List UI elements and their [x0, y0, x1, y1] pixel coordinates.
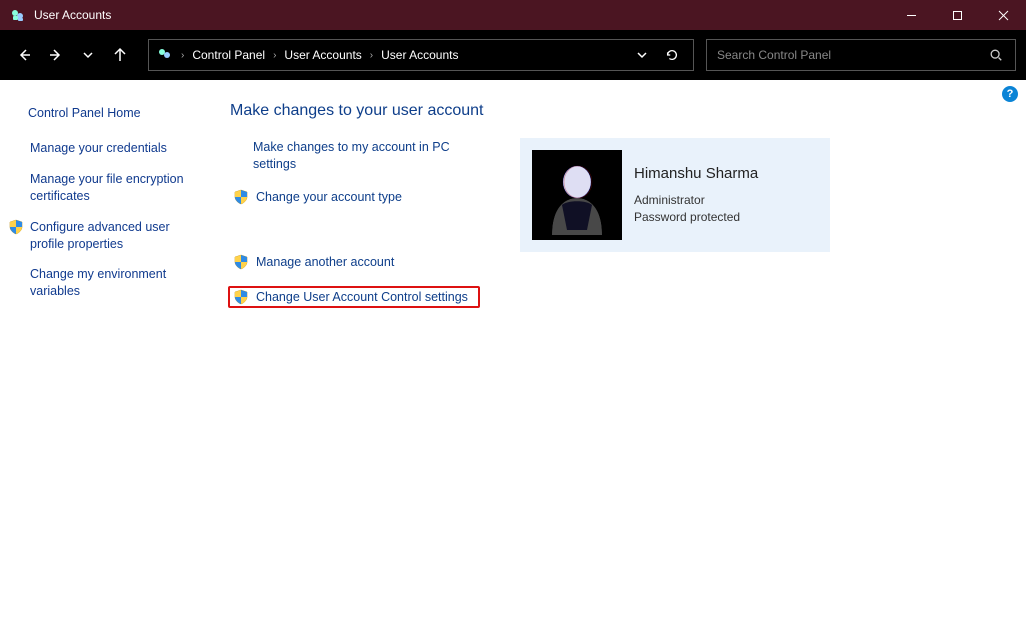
chevron-right-icon[interactable]: ›	[366, 50, 377, 61]
minimize-button[interactable]	[888, 0, 934, 30]
user-info: Himanshu Sharma Administrator Password p…	[634, 165, 758, 226]
chevron-right-icon[interactable]: ›	[269, 50, 280, 61]
up-button[interactable]	[106, 39, 134, 71]
sidebar-item-profile-properties[interactable]: Configure advanced user profile properti…	[28, 219, 196, 253]
task-label: Manage another account	[256, 254, 394, 271]
address-dropdown[interactable]	[629, 42, 655, 68]
app-icon	[10, 7, 26, 23]
page-heading: Make changes to your user account	[230, 102, 1006, 120]
sidebar-item-label: Manage your credentials	[30, 140, 196, 157]
sidebar-item-credentials[interactable]: Manage your credentials	[28, 140, 196, 157]
sidebar: Control Panel Home Manage your credentia…	[0, 80, 210, 626]
recent-dropdown[interactable]	[74, 39, 102, 71]
content-area: ? Control Panel Home Manage your credent…	[0, 80, 1026, 626]
user-status: Password protected	[634, 209, 758, 226]
chevron-right-icon[interactable]: ›	[177, 50, 188, 61]
navbar: › Control Panel › User Accounts › User A…	[0, 30, 1026, 80]
task-list: Make changes to my account in PC setting…	[230, 138, 480, 322]
control-panel-home-link[interactable]: Control Panel Home	[28, 106, 196, 120]
shield-icon	[233, 254, 249, 270]
breadcrumb-item[interactable]: User Accounts	[284, 48, 361, 62]
window-title: User Accounts	[34, 8, 111, 22]
sidebar-item-environment-vars[interactable]: Change my environment variables	[28, 266, 196, 300]
shield-icon	[8, 219, 24, 253]
user-role: Administrator	[634, 192, 758, 209]
task-change-account-type[interactable]: Change your account type	[230, 188, 480, 207]
breadcrumb-item[interactable]: Control Panel	[192, 48, 265, 62]
search-box[interactable]	[706, 39, 1016, 71]
refresh-button[interactable]	[659, 42, 685, 68]
task-pc-settings[interactable]: Make changes to my account in PC setting…	[230, 138, 480, 174]
task-change-uac-settings[interactable]: Change User Account Control settings	[228, 286, 480, 309]
address-icon	[157, 46, 173, 65]
task-label: Change User Account Control settings	[256, 289, 468, 306]
back-button[interactable]	[10, 39, 38, 71]
address-bar[interactable]: › Control Panel › User Accounts › User A…	[148, 39, 694, 71]
user-card: Himanshu Sharma Administrator Password p…	[520, 138, 830, 252]
shield-icon	[233, 289, 249, 305]
search-input[interactable]	[717, 48, 987, 62]
shield-icon	[233, 189, 249, 205]
task-label: Change your account type	[256, 189, 402, 206]
sidebar-item-label: Configure advanced user profile properti…	[30, 219, 196, 253]
avatar	[532, 150, 622, 240]
task-manage-another-account[interactable]: Manage another account	[230, 253, 480, 272]
user-name: Himanshu Sharma	[634, 165, 758, 182]
breadcrumb-item[interactable]: User Accounts	[381, 48, 458, 62]
sidebar-item-label: Manage your file encryption certificates	[30, 171, 196, 205]
close-button[interactable]	[980, 0, 1026, 30]
task-label: Make changes to my account in PC setting…	[253, 139, 477, 173]
sidebar-item-label: Change my environment variables	[30, 266, 196, 300]
titlebar: User Accounts	[0, 0, 1026, 30]
sidebar-item-encryption[interactable]: Manage your file encryption certificates	[28, 171, 196, 205]
search-icon[interactable]	[987, 48, 1005, 62]
main-panel: Make changes to your user account Make c…	[210, 80, 1026, 626]
forward-button[interactable]	[42, 39, 70, 71]
maximize-button[interactable]	[934, 0, 980, 30]
